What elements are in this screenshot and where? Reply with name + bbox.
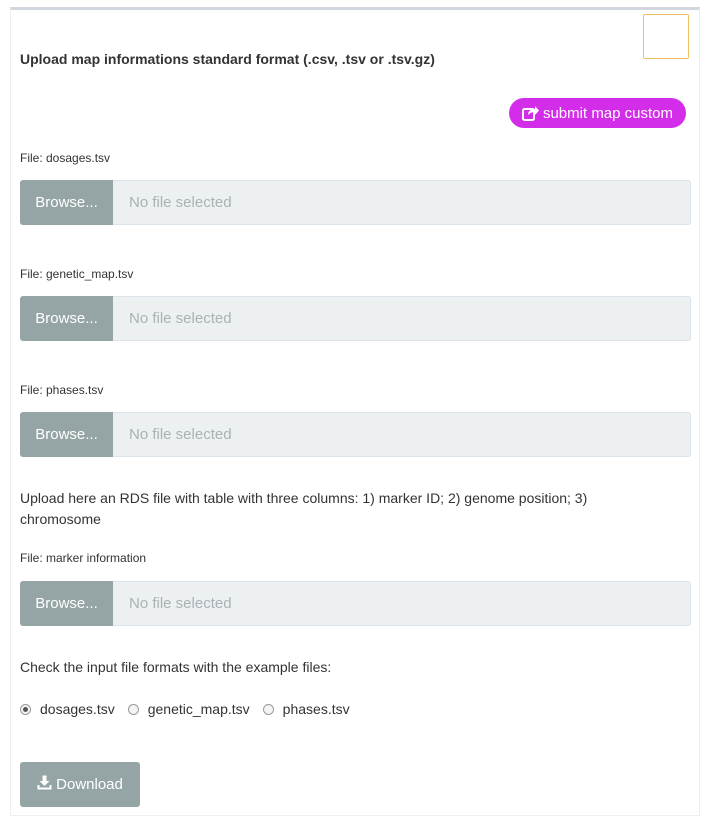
radio-phases-indicator[interactable] xyxy=(262,703,274,715)
file-label-genetic-map: File: genetic_map.tsv xyxy=(20,267,134,281)
radio-dosages[interactable]: dosages.tsv xyxy=(20,701,115,717)
file-field-phases[interactable]: No file selected xyxy=(113,412,691,457)
radio-genetic-map-label: genetic_map.tsv xyxy=(147,701,250,717)
file-input-phases: Browse... No file selected xyxy=(20,412,691,457)
upload-heading: Upload map informations standard format … xyxy=(20,51,435,67)
radio-genetic-map[interactable]: genetic_map.tsv xyxy=(127,701,250,717)
rds-instruction: Upload here an RDS file with table with … xyxy=(20,490,588,527)
radio-genetic-map-indicator[interactable] xyxy=(127,703,139,715)
share-square-icon xyxy=(521,105,540,121)
submit-map-custom-button[interactable]: submit map custom xyxy=(509,98,686,128)
file-label-phases: File: phases.tsv xyxy=(20,383,104,397)
radio-dosages-indicator[interactable] xyxy=(20,703,31,715)
file-field-marker-information[interactable]: No file selected xyxy=(113,581,691,626)
file-input-marker-information: Browse... No file selected xyxy=(20,581,691,626)
file-field-dosages[interactable]: No file selected xyxy=(113,180,691,225)
corner-box xyxy=(643,14,689,59)
example-instruction: Check the input file formats with the ex… xyxy=(20,659,332,675)
file-label-marker-information: File: marker information xyxy=(20,551,147,565)
file-input-genetic-map: Browse... No file selected xyxy=(20,296,691,341)
submit-map-custom-label: submit map custom xyxy=(542,104,674,122)
download-label: Download xyxy=(56,776,123,793)
example-file-radio-group: dosages.tsv genetic_map.tsv phases.tsv xyxy=(20,701,363,717)
browse-button-genetic-map[interactable]: Browse... xyxy=(20,296,113,341)
radio-phases[interactable]: phases.tsv xyxy=(262,701,350,717)
radio-dosages-label: dosages.tsv xyxy=(40,701,115,717)
download-button[interactable]: Download xyxy=(20,762,140,807)
file-input-dosages: Browse... No file selected xyxy=(20,180,691,225)
browse-button-phases[interactable]: Browse... xyxy=(20,412,113,457)
download-icon xyxy=(37,775,52,794)
file-field-genetic-map[interactable]: No file selected xyxy=(113,296,691,341)
browse-button-dosages[interactable]: Browse... xyxy=(20,180,113,225)
browse-button-marker-information[interactable]: Browse... xyxy=(20,581,113,626)
file-label-dosages: File: dosages.tsv xyxy=(20,151,111,165)
radio-phases-label: phases.tsv xyxy=(282,701,350,717)
